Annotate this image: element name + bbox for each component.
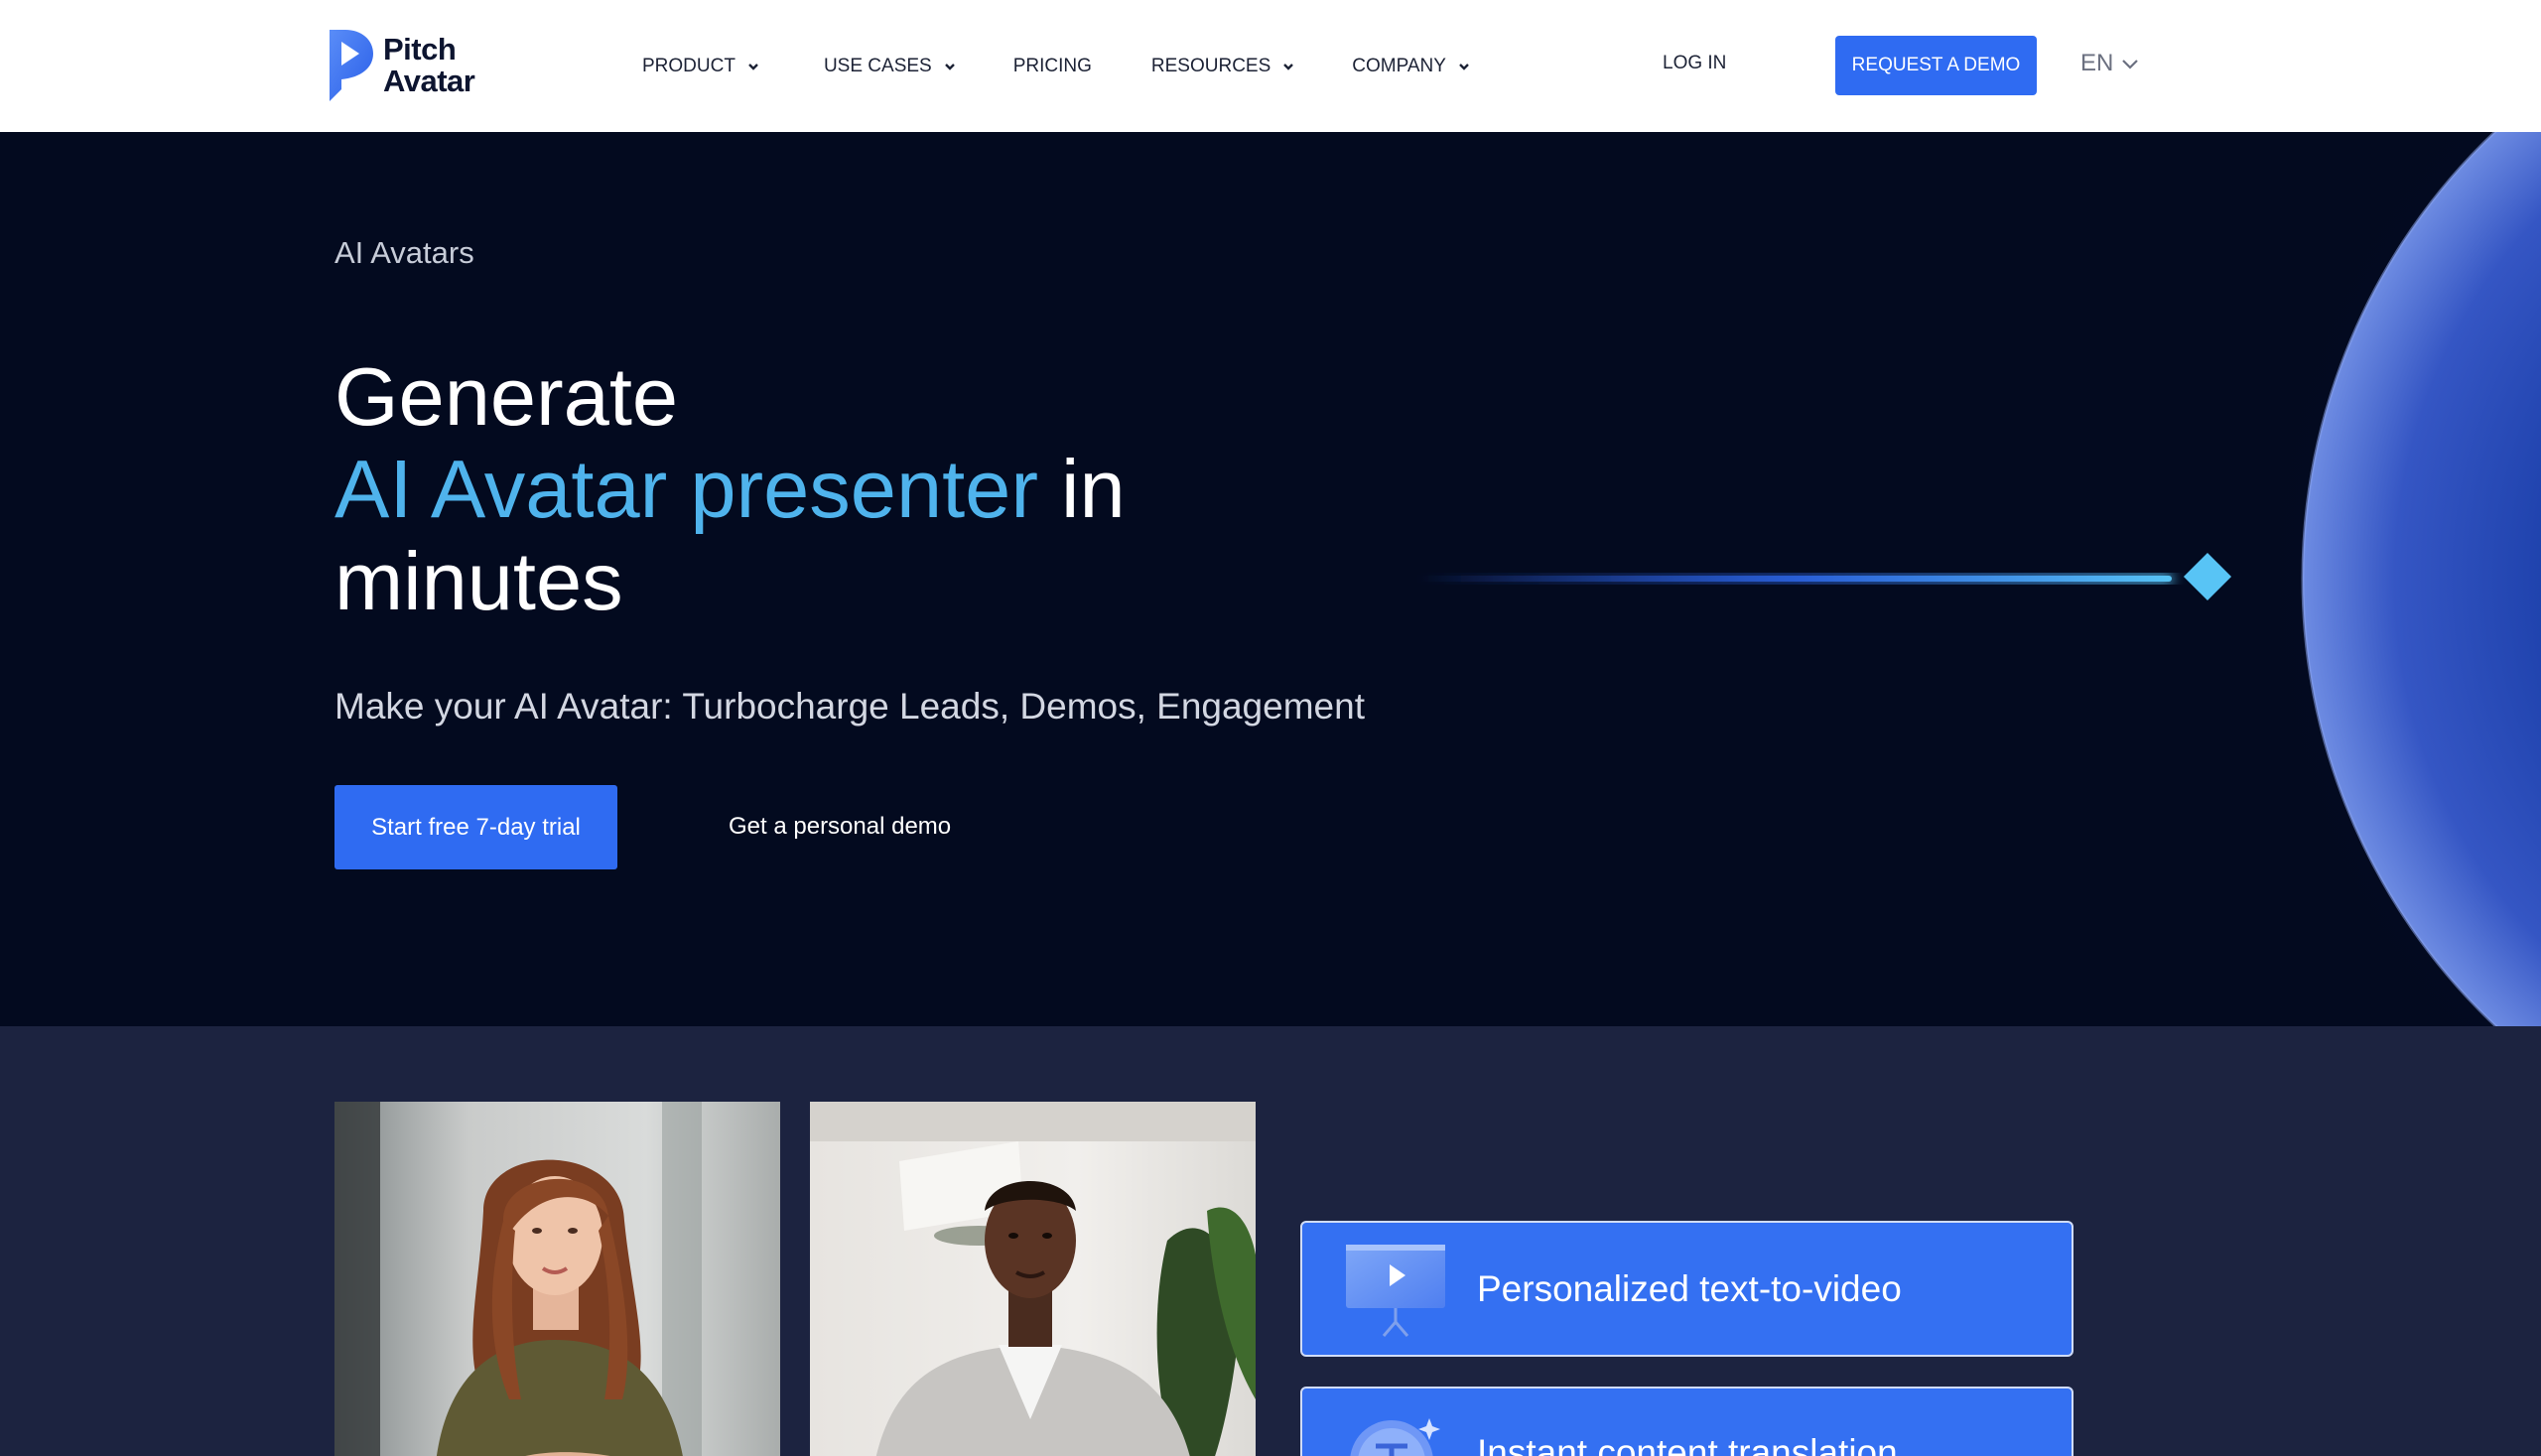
nav-item-pricing[interactable]: PRICING	[1013, 56, 1092, 77]
nav-label: PRODUCT	[642, 55, 736, 76]
headline-tail: in	[1038, 443, 1126, 535]
avatar-man-photo	[810, 1102, 1256, 1456]
presentation-play-icon	[1346, 1245, 1445, 1337]
hero-section: AI Avatars Generate AI Avatar presenter …	[0, 132, 2541, 1026]
nav-label: USE CASES	[823, 55, 932, 76]
feature-label: Instant content translation	[1477, 1432, 1898, 1456]
nav-label: PRICING	[1012, 55, 1092, 76]
avatar-woman-photo	[334, 1102, 780, 1456]
nav-label: RESOURCES	[1150, 55, 1271, 76]
hero-headline: Generate AI Avatar presenter in minutes	[334, 350, 1327, 627]
hero-subline: Make your AI Avatar: Turbocharge Leads, …	[334, 686, 1365, 727]
nav-item-product[interactable]: PRODUCT	[642, 56, 759, 77]
avatar-showcase-section: Personalized text-to-video Instant conte…	[0, 1026, 2541, 1456]
chevron-down-icon	[748, 63, 758, 70]
chevron-down-icon	[1459, 63, 1469, 70]
diamond-marker	[2183, 552, 2232, 601]
headline-line-3: minutes	[334, 535, 623, 627]
headline-line-1: Generate	[334, 350, 679, 443]
logo-link[interactable]: Pitch Avatar	[324, 28, 482, 103]
main-nav: PRODUCT USE CASES PRICING RESOURCES COMP…	[642, 0, 1470, 132]
start-trial-button[interactable]: Start free 7-day trial	[334, 785, 617, 869]
hero-eyebrow: AI Avatars	[334, 235, 474, 270]
chevron-down-icon	[944, 63, 955, 70]
personal-demo-link[interactable]: Get a personal demo	[729, 813, 951, 841]
headline-accent: AI Avatar presenter	[334, 443, 1038, 535]
feature-card-text-to-video[interactable]: Personalized text-to-video	[1300, 1221, 2073, 1357]
feature-label: Personalized text-to-video	[1477, 1268, 1902, 1309]
feature-card-translation[interactable]: Instant content translation	[1300, 1387, 2073, 1456]
request-demo-button[interactable]: REQUEST A DEMO	[1835, 36, 2037, 95]
nav-item-resources[interactable]: RESOURCES	[1151, 56, 1294, 77]
logo-icon	[330, 30, 373, 101]
site-header: Pitch Avatar PRODUCT USE CASES PRICING R…	[0, 0, 2541, 132]
nav-item-company[interactable]: COMPANY	[1352, 56, 1470, 77]
language-label: EN	[2080, 50, 2114, 76]
logo-line-2: Avatar	[383, 64, 475, 98]
login-link[interactable]: LOG IN	[1663, 53, 1726, 74]
language-selector[interactable]: EN	[2080, 50, 2139, 77]
logo-line-1: Pitch	[383, 32, 457, 66]
nav-label: COMPANY	[1352, 55, 1446, 76]
chevron-down-icon	[2122, 60, 2139, 69]
nav-item-use-cases[interactable]: USE CASES	[824, 56, 956, 77]
chevron-down-icon	[1283, 63, 1294, 70]
translate-text-icon	[1350, 1418, 1440, 1456]
logo-text: Pitch Avatar	[383, 32, 475, 98]
